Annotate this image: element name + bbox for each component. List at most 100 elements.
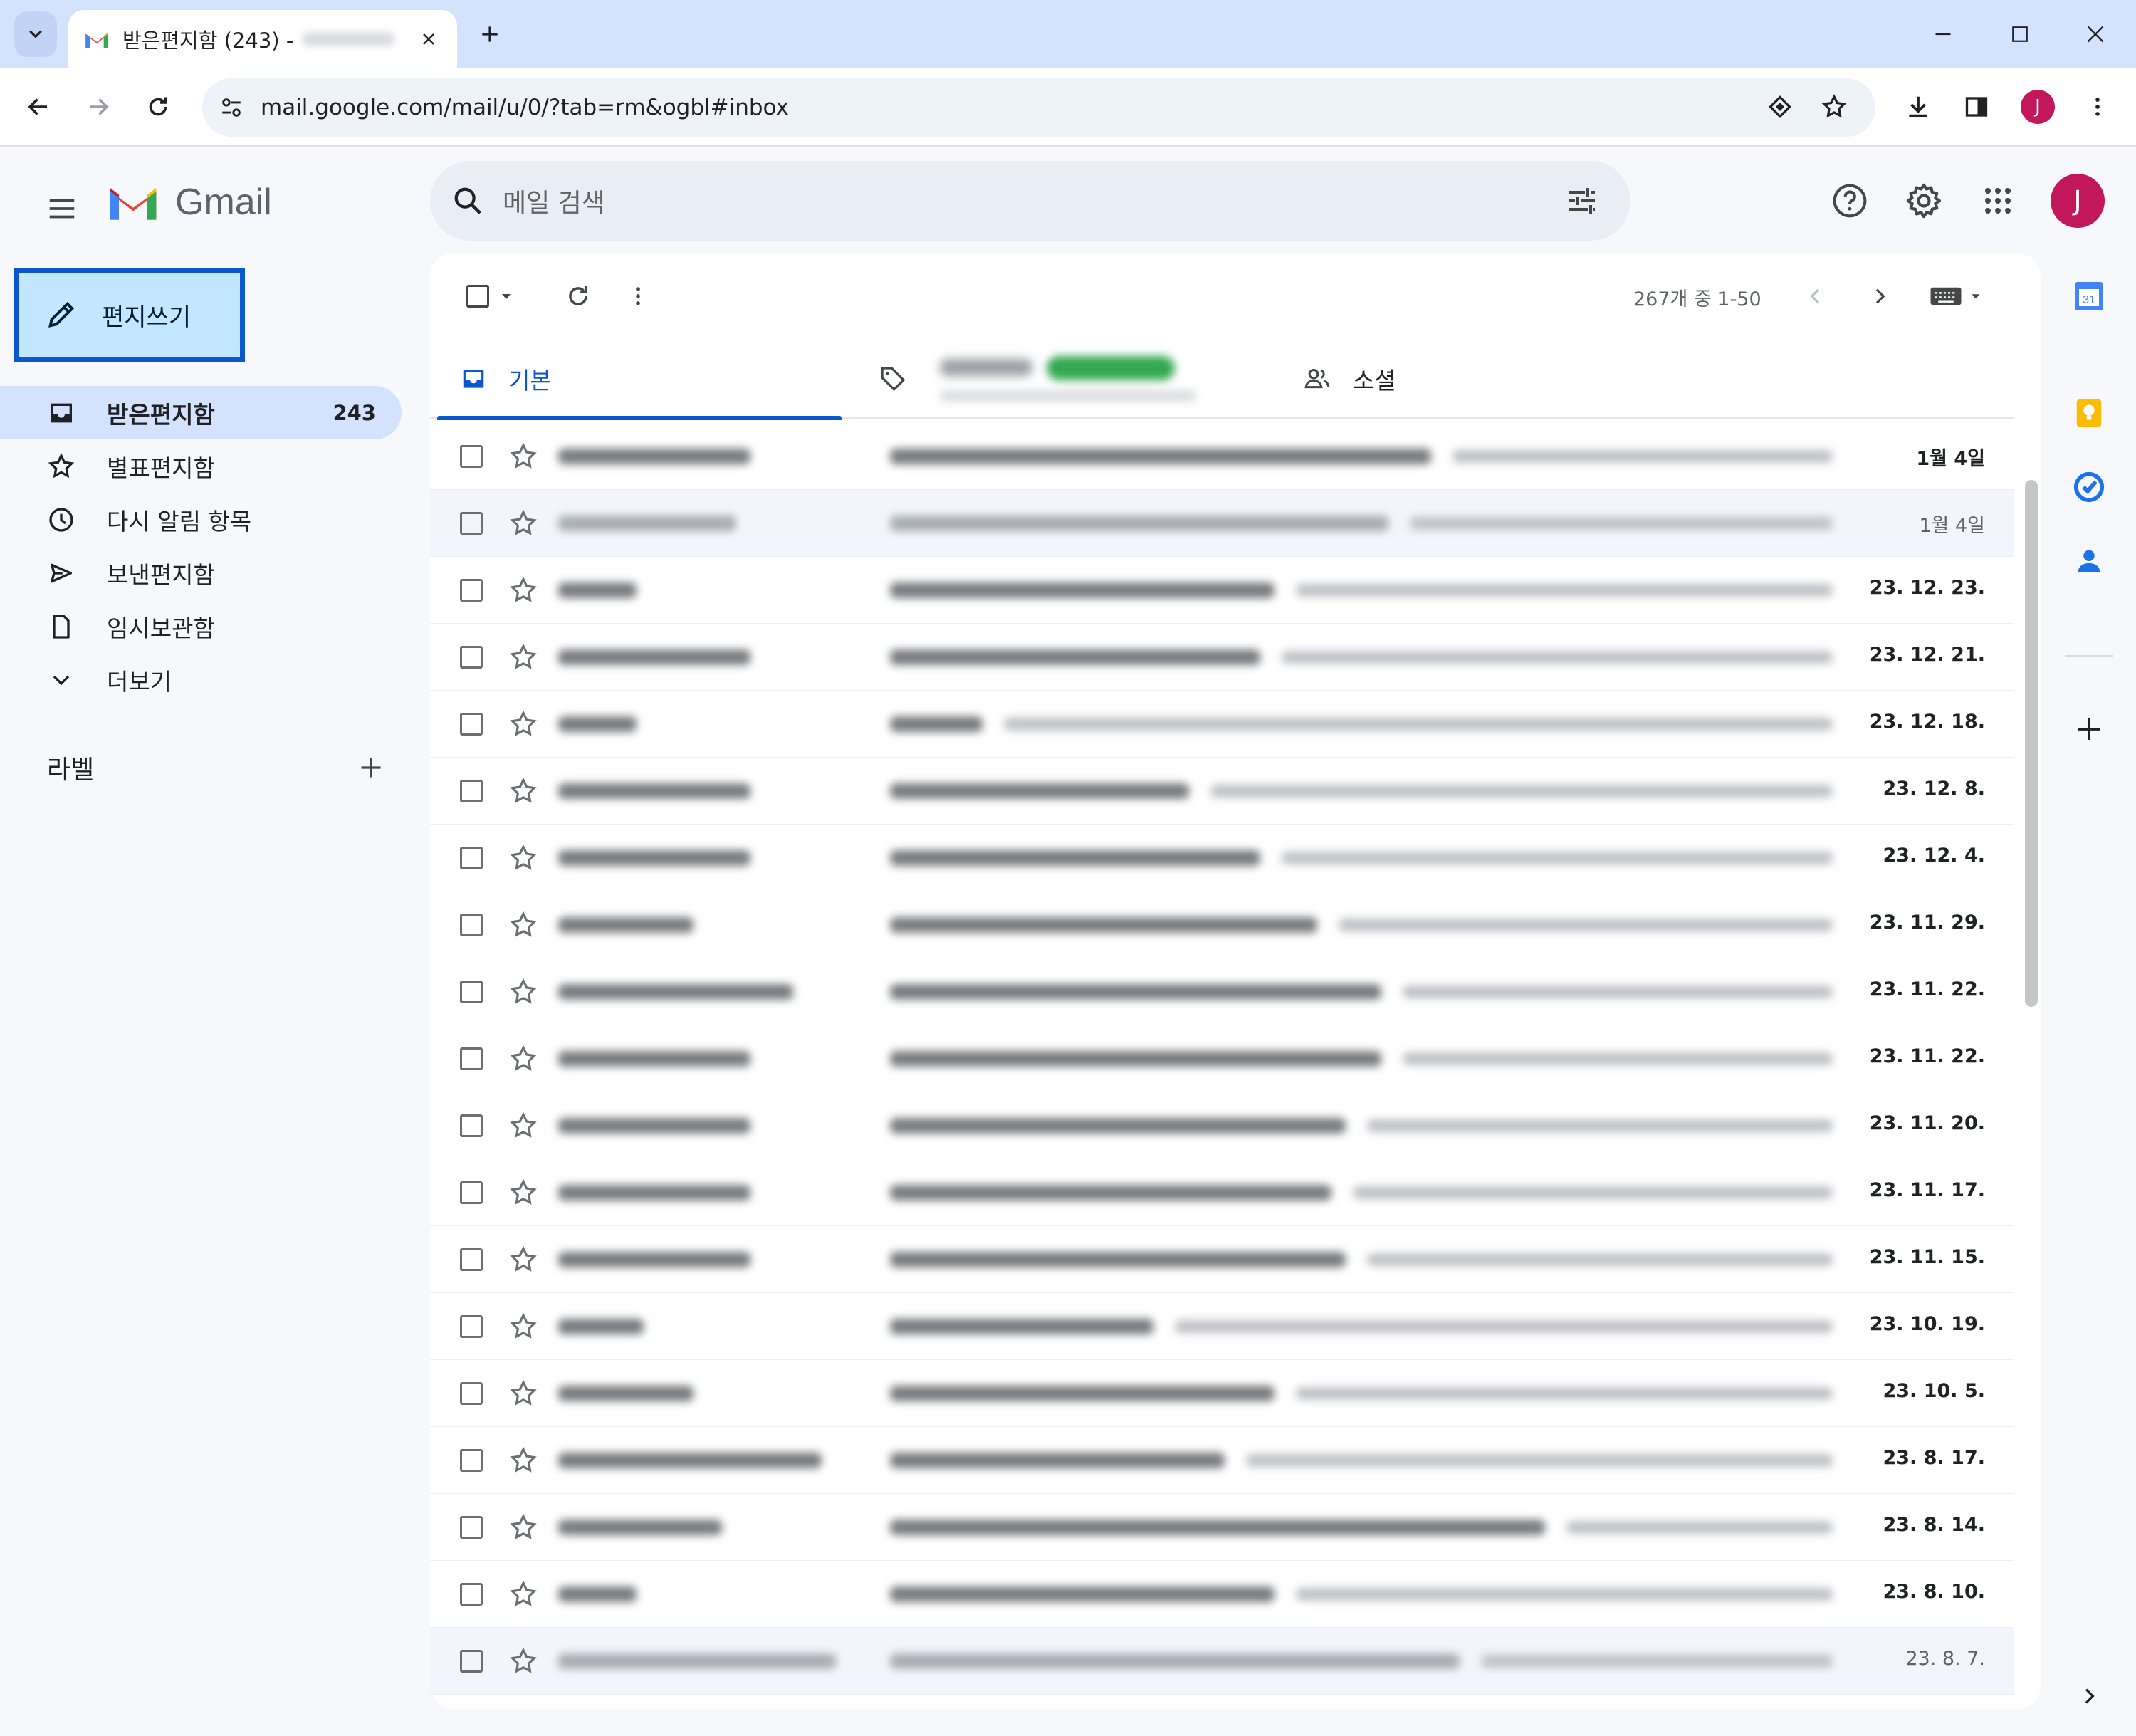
email-row[interactable]: 23. 12. 23. — [430, 557, 2014, 624]
row-checkbox[interactable] — [460, 1382, 483, 1405]
message-list-scrollbar[interactable] — [2025, 480, 2038, 1007]
email-row[interactable]: 23. 11. 15. — [430, 1226, 2014, 1293]
calendar-app-button[interactable]: 31 — [2069, 276, 2109, 316]
maximize-button[interactable] — [1995, 13, 2045, 56]
more-actions-button[interactable] — [617, 275, 659, 318]
tab-primary[interactable]: 기본 — [437, 339, 844, 420]
star-toggle-icon[interactable] — [508, 776, 538, 806]
email-row[interactable]: 23. 8. 14. — [430, 1494, 2014, 1561]
row-checkbox[interactable] — [460, 1114, 483, 1137]
star-toggle-icon[interactable] — [508, 1579, 538, 1609]
new-tab-button[interactable] — [474, 19, 506, 50]
window-close-button[interactable] — [2070, 13, 2120, 56]
tab-search-button[interactable] — [14, 11, 57, 57]
row-checkbox[interactable] — [460, 713, 483, 736]
omnibox[interactable]: mail.google.com/mail/u/0/?tab=rm&ogbl#in… — [202, 78, 1875, 137]
star-toggle-icon[interactable] — [508, 1379, 538, 1408]
row-checkbox[interactable] — [460, 445, 483, 468]
row-checkbox[interactable] — [460, 1315, 483, 1338]
star-toggle-icon[interactable] — [508, 1044, 538, 1074]
row-checkbox[interactable] — [460, 1047, 483, 1070]
email-row[interactable]: 23. 12. 4. — [430, 825, 2014, 891]
star-toggle-icon[interactable] — [508, 441, 538, 471]
email-row[interactable]: 23. 12. 21. — [430, 624, 2014, 691]
star-toggle-icon[interactable] — [508, 1245, 538, 1275]
email-row[interactable]: 23. 11. 22. — [430, 1025, 2014, 1092]
main-menu-button[interactable] — [37, 184, 87, 234]
star-toggle-icon[interactable] — [508, 709, 538, 739]
email-row[interactable]: 23. 10. 19. — [430, 1293, 2014, 1360]
bookmark-button[interactable] — [1813, 85, 1855, 128]
row-checkbox[interactable] — [460, 1181, 483, 1204]
browser-tab-inbox[interactable]: 받은편지함 (243) - — [68, 10, 457, 68]
back-button[interactable] — [17, 85, 60, 128]
email-row[interactable]: 23. 12. 18. — [430, 691, 2014, 758]
email-row[interactable]: 23. 11. 22. — [430, 958, 2014, 1025]
refresh-button[interactable] — [557, 275, 600, 318]
nav-item-drafts[interactable]: 임시보관함 — [0, 600, 402, 653]
star-toggle-icon[interactable] — [508, 1445, 538, 1475]
email-row[interactable]: 23. 10. 5. — [430, 1360, 2014, 1427]
email-row[interactable]: 23. 11. 29. — [430, 891, 2014, 958]
compose-button[interactable]: 편지쓰기 — [14, 268, 245, 362]
search-options-button[interactable] — [1562, 181, 1602, 221]
side-panel-button[interactable] — [1955, 85, 1998, 128]
nav-item-snoozed[interactable]: 다시 알림 항목 — [0, 493, 402, 546]
row-checkbox[interactable] — [460, 1248, 483, 1271]
newer-page-button[interactable] — [1794, 275, 1837, 318]
tab-promotions[interactable] — [879, 339, 1306, 419]
email-row[interactable]: 23. 8. 17. — [430, 1427, 2014, 1494]
select-all-checkbox[interactable] — [459, 275, 523, 318]
row-checkbox[interactable] — [460, 780, 483, 802]
show-side-panel-button[interactable] — [2069, 1676, 2109, 1716]
star-toggle-icon[interactable] — [508, 1646, 538, 1676]
google-account-avatar[interactable]: J — [2051, 174, 2105, 228]
row-checkbox[interactable] — [460, 1583, 483, 1606]
create-label-button[interactable] — [353, 750, 389, 785]
email-row[interactable]: 1월 4일 — [430, 423, 2014, 490]
star-toggle-icon[interactable] — [508, 843, 538, 873]
lens-button[interactable] — [1759, 85, 1801, 128]
star-toggle-icon[interactable] — [508, 1512, 538, 1542]
row-checkbox[interactable] — [460, 1650, 483, 1673]
get-addons-button[interactable] — [2069, 709, 2109, 749]
row-checkbox[interactable] — [460, 1449, 483, 1472]
star-toggle-icon[interactable] — [508, 1111, 538, 1141]
older-page-button[interactable] — [1858, 275, 1901, 318]
row-checkbox[interactable] — [460, 914, 483, 936]
star-toggle-icon[interactable] — [508, 910, 538, 940]
row-checkbox[interactable] — [460, 646, 483, 669]
star-toggle-icon[interactable] — [508, 1312, 538, 1342]
settings-button[interactable] — [1897, 174, 1951, 228]
email-row[interactable]: 23. 12. 8. — [430, 758, 2014, 825]
star-toggle-icon[interactable] — [508, 977, 538, 1007]
nav-item-more[interactable]: 더보기 — [0, 653, 402, 706]
row-checkbox[interactable] — [460, 847, 483, 869]
email-row[interactable]: 23. 11. 20. — [430, 1092, 2014, 1159]
row-checkbox[interactable] — [460, 981, 483, 1003]
nav-item-inbox[interactable]: 받은편지함 243 — [0, 386, 402, 439]
downloads-button[interactable] — [1897, 85, 1939, 128]
browser-menu-button[interactable] — [2076, 85, 2119, 128]
contacts-app-button[interactable] — [2069, 541, 2109, 581]
keep-app-button[interactable] — [2069, 393, 2109, 433]
nav-item-starred[interactable]: 별표편지함 — [0, 439, 402, 493]
email-row[interactable]: 23. 8. 10. — [430, 1561, 2014, 1628]
nav-item-sent[interactable]: 보낸편지함 — [0, 546, 402, 600]
gmail-logo[interactable]: Gmail — [107, 181, 272, 224]
forward-button[interactable] — [77, 85, 120, 128]
star-toggle-icon[interactable] — [508, 508, 538, 538]
row-checkbox[interactable] — [460, 579, 483, 602]
minimize-button[interactable] — [1918, 13, 1968, 56]
email-row[interactable]: 23. 11. 17. — [430, 1159, 2014, 1226]
input-tools-button[interactable] — [1921, 275, 1992, 318]
reload-button[interactable] — [137, 85, 179, 128]
support-button[interactable] — [1823, 174, 1877, 228]
star-toggle-icon[interactable] — [508, 1178, 538, 1208]
mail-search-box[interactable]: 메일 검색 — [430, 161, 1630, 241]
tasks-app-button[interactable] — [2069, 467, 2109, 507]
row-checkbox[interactable] — [460, 512, 483, 535]
star-toggle-icon[interactable] — [508, 575, 538, 605]
star-toggle-icon[interactable] — [508, 642, 538, 672]
row-checkbox[interactable] — [460, 1516, 483, 1539]
